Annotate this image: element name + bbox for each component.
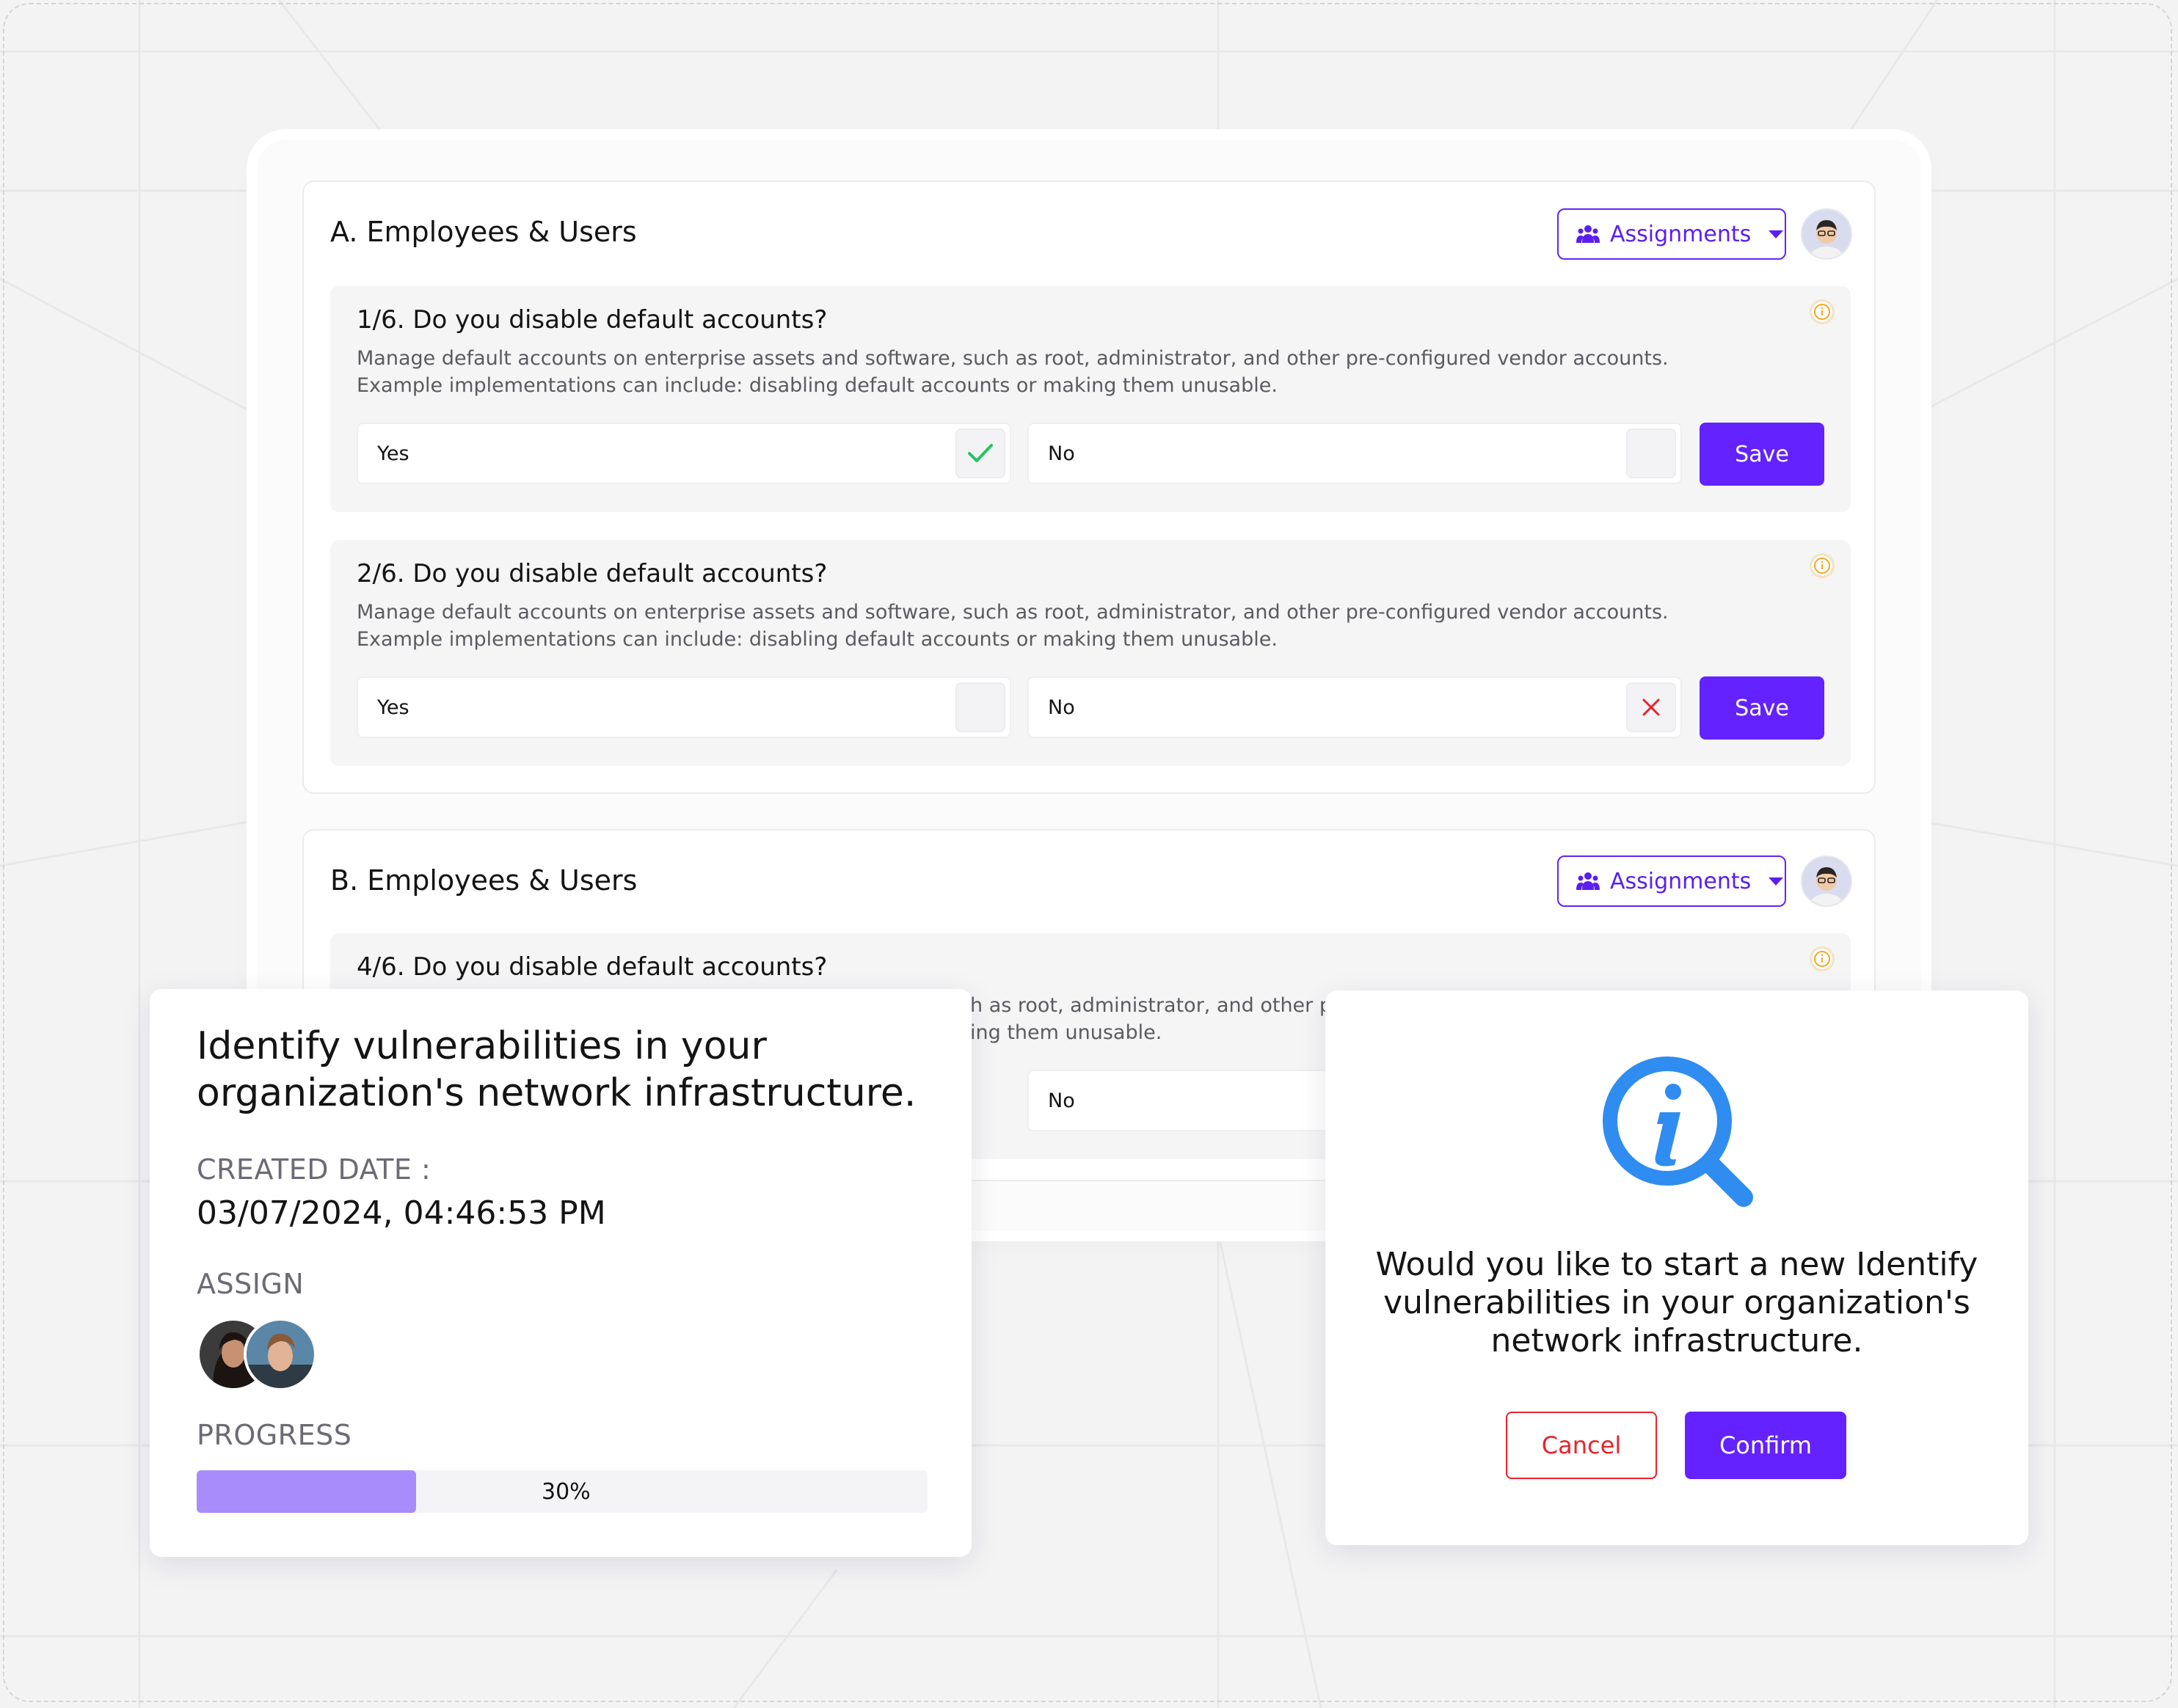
question-title: 1/6. Do you disable default accounts? [357, 305, 828, 335]
question-card-2: 2/6. Do you disable default accounts? Ma… [330, 540, 1851, 766]
info-search-icon [1603, 1056, 1753, 1207]
section-a: A. Employees & Users Assignments 1/6. Do… [302, 180, 1876, 794]
chevron-down-icon [1769, 877, 1784, 886]
option-yes[interactable]: Yes [357, 423, 1011, 484]
users-icon [1576, 872, 1600, 890]
assignments-dropdown[interactable]: Assignments [1557, 855, 1786, 907]
question-description: Manage default accounts on enterprise as… [357, 601, 1669, 651]
info-icon[interactable] [1810, 553, 1835, 578]
option-checkbox[interactable] [1626, 428, 1676, 478]
cancel-button[interactable]: Cancel [1506, 1412, 1657, 1479]
confirm-button[interactable]: Confirm [1685, 1412, 1846, 1479]
confirm-dialog: Would you like to start a new Identify v… [1325, 990, 2028, 1545]
option-checkbox[interactable] [955, 682, 1005, 732]
description-line: h as root, administrator, and other pre [970, 994, 1352, 1017]
users-icon [1576, 225, 1600, 243]
section-title: A. Employees & Users [330, 216, 637, 248]
dialog-message: Would you like to start a new Identify v… [1375, 1246, 1978, 1360]
option-label: Yes [377, 696, 409, 719]
avatar[interactable] [1801, 855, 1852, 907]
info-icon[interactable] [1810, 946, 1835, 971]
option-label: No [1048, 1089, 1075, 1112]
chevron-down-icon [1769, 230, 1784, 238]
option-label: No [1048, 696, 1075, 719]
avatar[interactable] [1801, 208, 1852, 260]
check-icon [968, 444, 993, 462]
option-checkbox[interactable] [955, 428, 1005, 478]
assign-label: ASSIGN [197, 1268, 305, 1300]
task-card[interactable]: Identify vulnerabilities in your organiz… [150, 989, 972, 1557]
info-glyph [1814, 304, 1830, 320]
description-line: ing them unusable. [970, 1021, 1162, 1044]
option-checkbox[interactable] [1626, 682, 1676, 732]
info-glyph [1814, 558, 1830, 574]
avatar-image [247, 1321, 314, 1388]
progress-label: PROGRESS [197, 1419, 352, 1451]
option-no[interactable]: No [1027, 423, 1682, 484]
task-title: Identify vulnerabilities in your organiz… [197, 1024, 917, 1115]
created-date-label: CREATED DATE : [197, 1153, 431, 1186]
option-yes[interactable]: Yes [357, 676, 1011, 738]
save-button[interactable]: Save [1700, 423, 1824, 486]
info-icon[interactable] [1810, 299, 1835, 324]
option-label: No [1048, 442, 1075, 465]
section-title: B. Employees & Users [330, 864, 638, 897]
progress-fill [197, 1470, 416, 1513]
progress-text: 30% [542, 1479, 591, 1505]
info-glyph [1814, 951, 1830, 967]
question-description-visible: h as root, administrator, and other pre … [970, 992, 1352, 1046]
avatar-image [1802, 857, 1851, 905]
progress-bar: 30% [197, 1470, 928, 1513]
save-button[interactable]: Save [1700, 676, 1824, 740]
created-date-value: 03/07/2024, 04:46:53 PM [197, 1194, 606, 1232]
question-title: 2/6. Do you disable default accounts? [357, 559, 828, 588]
question-card-1: 1/6. Do you disable default accounts? Ma… [330, 286, 1851, 512]
assignments-dropdown[interactable]: Assignments [1557, 208, 1786, 260]
assignments-label: Assignments [1610, 221, 1752, 247]
option-label: Yes [377, 442, 409, 465]
assignments-label: Assignments [1610, 868, 1752, 894]
question-title: 4/6. Do you disable default accounts? [357, 952, 828, 982]
option-no[interactable]: No [1027, 676, 1682, 738]
question-description: Manage default accounts on enterprise as… [357, 347, 1669, 397]
assignee-avatar[interactable] [244, 1318, 317, 1391]
close-icon [1642, 698, 1660, 716]
avatar-image [1802, 210, 1851, 258]
